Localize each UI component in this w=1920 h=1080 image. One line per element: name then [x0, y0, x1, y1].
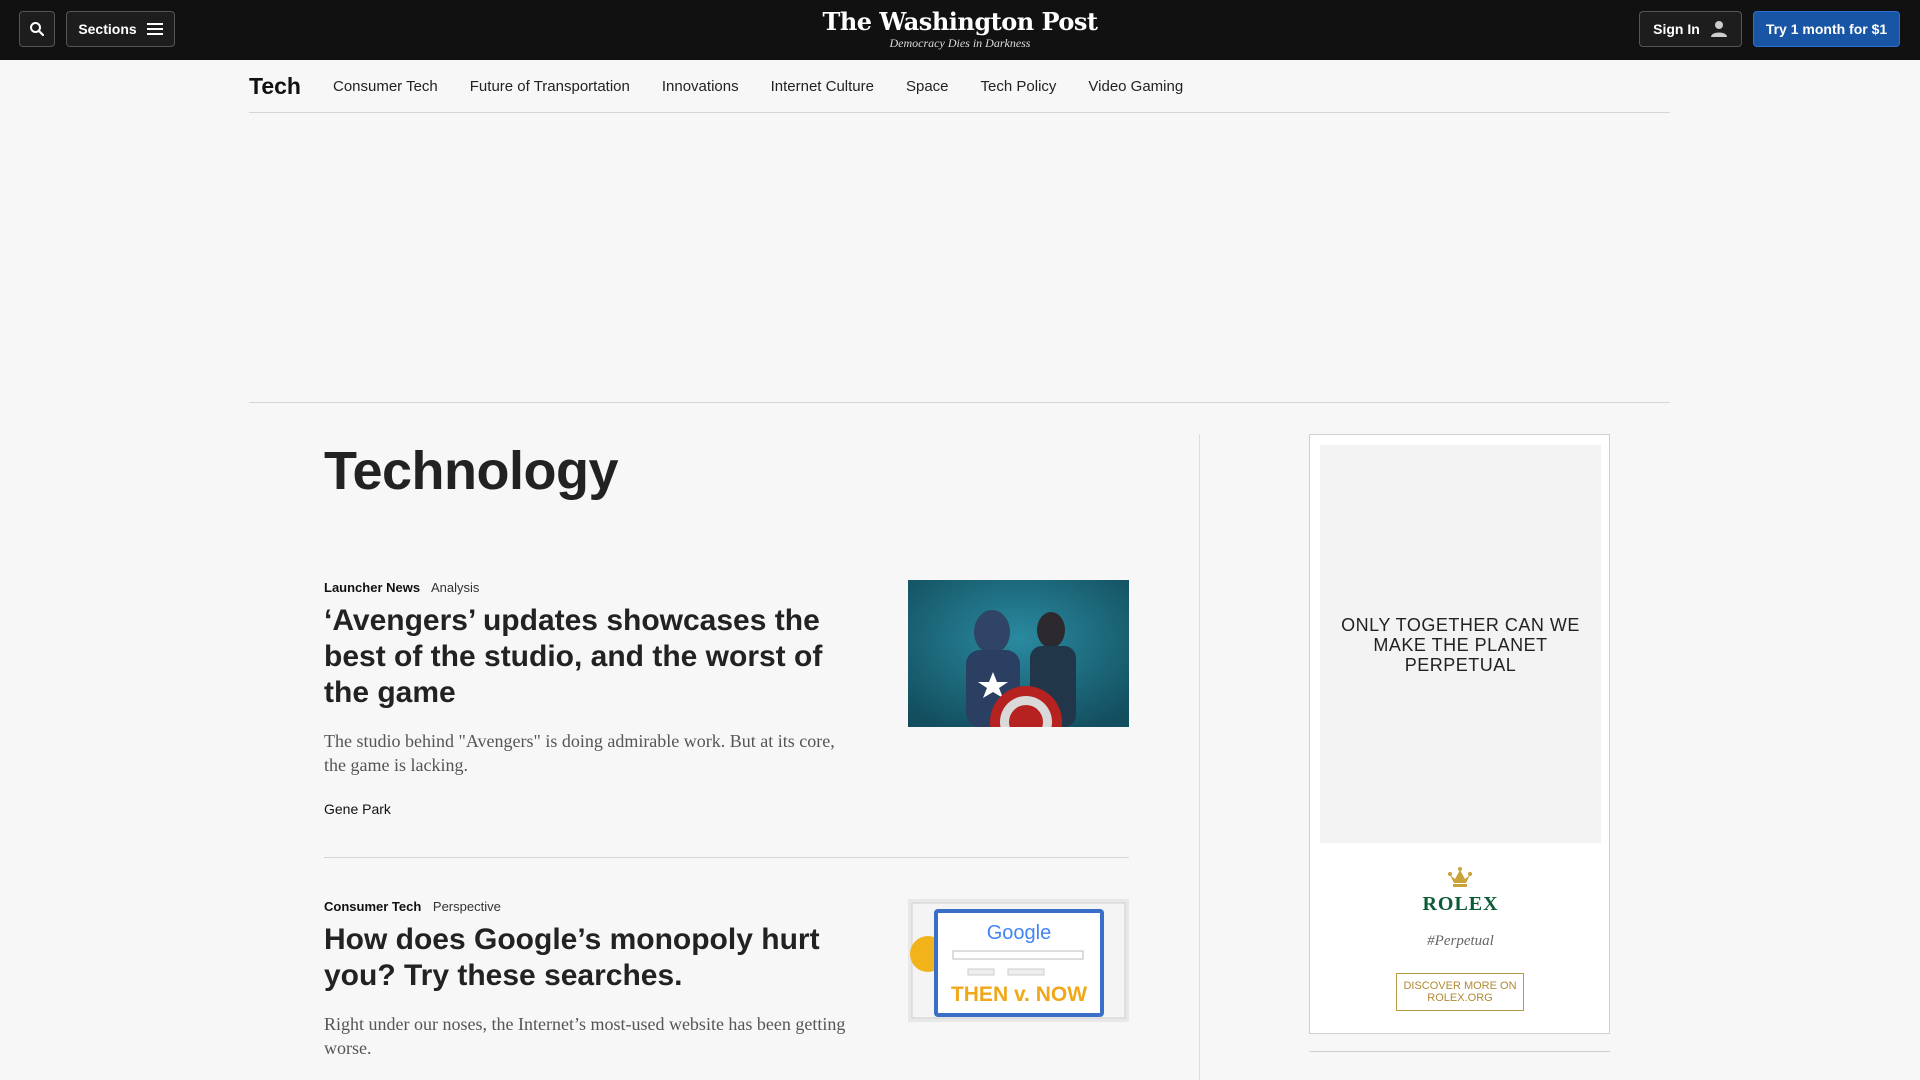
avengers-image — [908, 580, 1129, 727]
top-bar: Sections The Washington Post Democracy D… — [0, 0, 1920, 60]
nav-tech-policy[interactable]: Tech Policy — [981, 78, 1057, 95]
column-separator — [1199, 434, 1200, 1080]
story-blurb: Right under our noses, the Internet’s mo… — [324, 1014, 846, 1058]
story-kicker[interactable]: Consumer Tech — [324, 899, 421, 914]
subscribe-button[interactable]: Try 1 month for $1 — [1753, 11, 1900, 47]
sidebar-divider — [1309, 1051, 1610, 1052]
masthead[interactable]: The Washington Post Democracy Dies in Da… — [760, 8, 1160, 51]
nav-video-gaming[interactable]: Video Gaming — [1088, 78, 1183, 95]
search-icon — [30, 22, 45, 37]
ad-hashtag: #Perpetual — [1427, 933, 1494, 949]
story-byline[interactable]: Gene Park — [324, 801, 1129, 817]
story-headline[interactable]: How does Google’s monopoly hurt you? Try… — [324, 922, 854, 994]
sign-in-button[interactable]: Sign In — [1639, 11, 1742, 47]
nav-innovations[interactable]: Innovations — [662, 78, 739, 95]
story-headline[interactable]: ‘Avengers’ updates showcases the best of… — [324, 603, 854, 711]
sign-in-label: Sign In — [1653, 21, 1700, 37]
google-then-now-image: Google THEN v. NOW — [908, 899, 1129, 1022]
story-label: Analysis — [431, 580, 480, 595]
story-thumbnail[interactable] — [908, 580, 1129, 727]
nav-consumer-tech[interactable]: Consumer Tech — [333, 78, 438, 95]
sections-button[interactable]: Sections — [66, 11, 175, 47]
user-icon — [1710, 21, 1727, 37]
story-blurb: The studio behind "Avengers" is doing ad… — [324, 731, 835, 775]
nav-space[interactable]: Space — [906, 78, 949, 95]
section-nav: Tech Consumer Tech Future of Transportat… — [249, 60, 1670, 113]
story-card: Launcher News Analysis ‘Avengers’ update… — [324, 580, 1129, 817]
ad-slot-divider — [249, 402, 1670, 403]
nav-internet-culture[interactable]: Internet Culture — [771, 78, 874, 95]
ad-brand: ROLEX — [1422, 893, 1499, 915]
story-label: Perspective — [432, 899, 501, 914]
thumb-caption: THEN v. NOW — [951, 983, 1087, 1006]
page-title: Technology — [324, 441, 619, 501]
thumb-google-logo: Google — [987, 922, 1052, 944]
search-button[interactable] — [19, 11, 55, 47]
site-logo[interactable]: The Washington Post — [760, 8, 1160, 36]
section-name[interactable]: Tech — [249, 73, 301, 100]
story-thumbnail[interactable]: Google THEN v. NOW — [908, 899, 1129, 1022]
ad-headline: ONLY TOGETHER CAN WE MAKE THE PLANET PER… — [1341, 615, 1580, 675]
ad-cta-button[interactable]: DISCOVER MORE ON ROLEX.ORG — [1396, 973, 1524, 1011]
story-kicker[interactable]: Launcher News — [324, 580, 420, 595]
advertisement[interactable]: ONLY TOGETHER CAN WE MAKE THE PLANET PER… — [1309, 434, 1610, 1034]
hamburger-icon — [146, 23, 163, 35]
site-tagline: Democracy Dies in Darkness — [889, 36, 1031, 50]
sections-label: Sections — [78, 21, 137, 37]
crown-icon — [1448, 867, 1472, 887]
story-divider — [324, 857, 1129, 858]
story-card: Consumer Tech Perspective How does Googl… — [324, 899, 1129, 1060]
nav-future-of-transportation[interactable]: Future of Transportation — [470, 78, 630, 95]
